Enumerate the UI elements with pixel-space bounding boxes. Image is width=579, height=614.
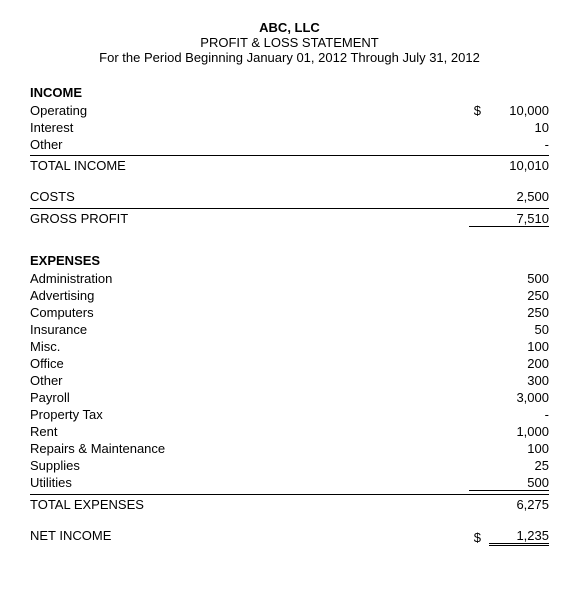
total-income-label: TOTAL INCOME — [30, 158, 469, 173]
gross-profit-amount: 7,510 — [469, 211, 549, 227]
period: For the Period Beginning January 01, 201… — [30, 50, 549, 65]
total-income-row: TOTAL INCOME 10,010 — [30, 155, 549, 175]
expense-item: Repairs & Maintenance100 — [30, 440, 549, 457]
dollar-sign: $ — [474, 103, 481, 118]
net-income-label: NET INCOME — [30, 528, 474, 546]
header: ABC, LLC PROFIT & LOSS STATEMENT For the… — [30, 20, 549, 65]
expense-item-label: Supplies — [30, 458, 469, 473]
expense-item-amount: 500 — [469, 271, 549, 286]
expense-item-label: Misc. — [30, 339, 469, 354]
total-expenses-row: TOTAL EXPENSES 6,275 — [30, 494, 549, 514]
expense-item: Utilities500 — [30, 474, 549, 492]
expense-item-amount: 100 — [469, 339, 549, 354]
total-expenses-amount: 6,275 — [469, 497, 549, 512]
expense-item: Supplies25 — [30, 457, 549, 474]
gross-profit-label: GROSS PROFIT — [30, 211, 469, 227]
expense-item: Property Tax- — [30, 406, 549, 423]
expense-item-label: Insurance — [30, 322, 469, 337]
income-item-amount: - — [489, 137, 549, 152]
income-item-label: Interest — [30, 120, 465, 135]
expense-item-label: Property Tax — [30, 407, 469, 422]
expense-item-label: Office — [30, 356, 469, 371]
report-title: PROFIT & LOSS STATEMENT — [30, 35, 549, 50]
expense-item: Rent1,000 — [30, 423, 549, 440]
expense-item: Office200 — [30, 355, 549, 372]
expense-item-label: Rent — [30, 424, 469, 439]
expense-item: Insurance50 — [30, 321, 549, 338]
expense-item-amount: 200 — [469, 356, 549, 371]
gross-profit-section: GROSS PROFIT 7,510 — [30, 208, 549, 229]
income-label: INCOME — [30, 85, 549, 100]
costs-section: COSTS 2,500 — [30, 187, 549, 206]
expense-item-amount: 250 — [469, 305, 549, 320]
income-item: Operating$10,000 — [30, 102, 549, 119]
expense-item-label: Repairs & Maintenance — [30, 441, 469, 456]
expense-item-amount: 500 — [469, 475, 549, 491]
income-section: INCOME Operating$10,000Interest10Other- … — [30, 85, 549, 175]
expense-item-label: Payroll — [30, 390, 469, 405]
expense-item: Payroll3,000 — [30, 389, 549, 406]
expense-item-amount: 100 — [469, 441, 549, 456]
expense-item-amount: 50 — [469, 322, 549, 337]
gross-profit-row: GROSS PROFIT 7,510 — [30, 208, 549, 229]
company-name: ABC, LLC — [30, 20, 549, 35]
expense-item: Other300 — [30, 372, 549, 389]
total-income-amount: 10,010 — [469, 158, 549, 173]
income-item: Other - — [30, 136, 549, 153]
income-item-label: Operating — [30, 103, 474, 118]
expense-item-label: Administration — [30, 271, 469, 286]
expense-item-label: Other — [30, 373, 469, 388]
expense-item-label: Computers — [30, 305, 469, 320]
costs-label: COSTS — [30, 189, 469, 204]
costs-amount: 2,500 — [469, 189, 549, 204]
expense-item-label: Advertising — [30, 288, 469, 303]
net-income-dollar: $ — [474, 530, 481, 545]
expense-item-amount: 25 — [469, 458, 549, 473]
expense-item-amount: 1,000 — [469, 424, 549, 439]
expense-item: Misc.100 — [30, 338, 549, 355]
expense-item: Computers250 — [30, 304, 549, 321]
income-item-amount: 10 — [489, 120, 549, 135]
expense-item-amount: 250 — [469, 288, 549, 303]
expense-item-amount: - — [469, 407, 549, 422]
expenses-label: EXPENSES — [30, 253, 549, 268]
expense-item: Advertising250 — [30, 287, 549, 304]
income-item-amount: 10,000 — [489, 103, 549, 118]
income-item-label: Other — [30, 137, 465, 152]
total-expenses-label: TOTAL EXPENSES — [30, 497, 469, 512]
expense-item-amount: 3,000 — [469, 390, 549, 405]
net-income-section: NET INCOME $ 1,235 — [30, 526, 549, 548]
net-income-row: NET INCOME $ 1,235 — [30, 526, 549, 548]
net-income-amount: 1,235 — [489, 528, 549, 546]
income-item: Interest 10 — [30, 119, 549, 136]
expense-item-label: Utilities — [30, 475, 469, 491]
expenses-section: EXPENSES Administration500Advertising250… — [30, 253, 549, 514]
costs-row: COSTS 2,500 — [30, 187, 549, 206]
expense-item-amount: 300 — [469, 373, 549, 388]
expense-item: Administration500 — [30, 270, 549, 287]
